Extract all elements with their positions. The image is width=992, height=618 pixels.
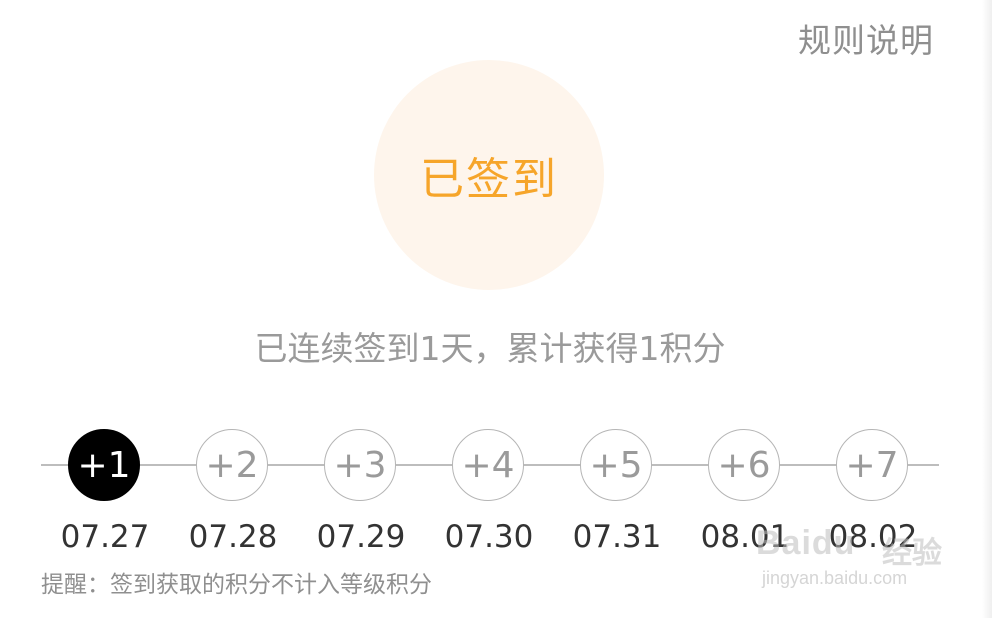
sign-in-button[interactable]: 已签到: [374, 60, 604, 290]
day-node-4: +4: [452, 429, 524, 501]
day-date-7: 08.02: [828, 519, 918, 555]
day-date-4: 07.30: [444, 519, 534, 555]
notice-text: 提醒：签到获取的积分不计入等级积分: [41, 572, 432, 598]
day-node-5: +5: [580, 429, 652, 501]
day-date-1: 07.27: [60, 519, 150, 555]
day-node-2: +2: [196, 429, 268, 501]
day-date-5: 07.31: [572, 519, 662, 555]
day-node-1: +1: [68, 429, 140, 501]
day-date-2: 07.28: [188, 519, 278, 555]
day-date-6: 08.01: [700, 519, 790, 555]
day-node-7: +7: [836, 429, 908, 501]
rules-link[interactable]: 规则说明: [798, 14, 934, 62]
page-right-edge: [982, 0, 992, 618]
day-date-3: 07.29: [316, 519, 406, 555]
sign-in-status-label: 已签到: [420, 154, 558, 205]
day-node-3: +3: [324, 429, 396, 501]
sign-in-summary: 已连续签到1天，累计获得1积分: [254, 329, 726, 368]
watermark-url: jingyan.baidu.com: [762, 568, 908, 588]
day-node-6: +6: [708, 429, 780, 501]
